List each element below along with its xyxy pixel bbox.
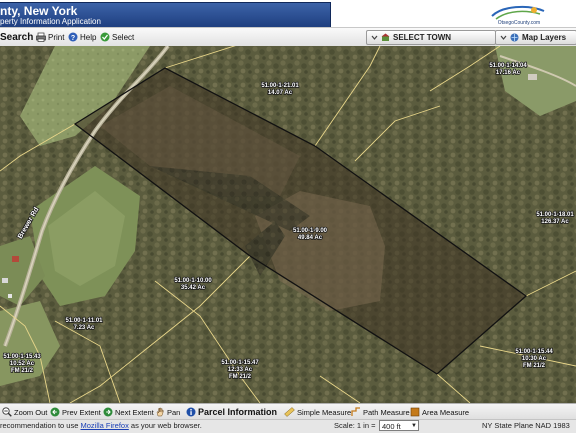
parcel-id: 51.00-1-18.01 — [536, 212, 574, 218]
search-label: Search — [0, 31, 34, 43]
map-tools-bar: Zoom Out Prev Extent Next Extent Pan Par… — [0, 403, 576, 420]
projection-label: NY State Plane NAD 1983 — [482, 421, 570, 430]
select-town-label: SELECT TOWN — [393, 33, 452, 42]
parcel-extra: FM 21/2 — [11, 368, 34, 374]
forward-arrow-icon — [103, 407, 113, 417]
simple-measure-label: Simple Measure — [297, 407, 352, 417]
parcel-acreage: 10.30 Ac — [522, 356, 547, 362]
help-icon: ? — [68, 32, 78, 42]
zoom-out-label: Zoom Out — [14, 407, 48, 417]
scale-value: 400 ft — [382, 422, 401, 431]
print-button[interactable]: Print — [36, 29, 64, 45]
parcel-acreage: 49.84 Ac — [298, 235, 323, 241]
parcel-acreage: 7.23 Ac — [74, 325, 95, 331]
print-label: Print — [48, 32, 65, 42]
parcel-information-label: Parcel Information — [198, 407, 278, 417]
app-header: nty, New York perty Information Applicat… — [0, 0, 576, 28]
parcel-acreage: 126.37 Ac — [541, 219, 569, 225]
map-layers-dropdown[interactable]: Map Layers — [495, 30, 576, 45]
printer-icon — [36, 32, 46, 42]
zoom-out-icon — [2, 407, 12, 417]
top-toolbar: Search Print ? Help Select SELECT TOWN M… — [0, 27, 576, 47]
hand-icon — [156, 407, 164, 417]
app-title: nty, New York — [0, 4, 78, 18]
pan-label: Pan — [167, 407, 181, 417]
parcel-acreage: 17.16 Ac — [496, 70, 521, 76]
parcel-id: 51.00-1-15.43 — [3, 354, 41, 360]
parcel-information-tool[interactable]: Parcel Information — [186, 405, 277, 419]
parcel-acreage: 14.07 Ac — [268, 90, 293, 96]
recommendation-suffix: as your web browser. — [130, 421, 202, 430]
scale-label: Scale: 1 in = — [334, 421, 376, 430]
info-icon — [186, 407, 196, 417]
recommendation-text: recommendation to use — [0, 421, 79, 430]
app-subtitle: perty Information Application — [0, 17, 101, 26]
county-logo: OtsegoCounty.com — [491, 5, 545, 26]
parcel-extra: FM 21/2 — [229, 374, 252, 380]
help-button[interactable]: ? Help — [68, 29, 96, 45]
parcel-id: 51.00-1-15.44 — [515, 349, 553, 355]
parcel-id: 51.00-1-21.01 — [261, 83, 299, 89]
select-icon — [100, 32, 110, 42]
parcel-id: 51.00-1-15.47 — [221, 360, 259, 366]
back-arrow-icon — [50, 407, 60, 417]
parcel-id: 51.00-1-11.01 — [65, 318, 103, 324]
zoom-out-tool[interactable]: Zoom Out — [2, 405, 47, 419]
select-button[interactable]: Select — [100, 29, 134, 45]
map-viewport[interactable]: Brewer Rd 51.00-1-21.01 14.07 Ac 51.00-1… — [0, 46, 576, 403]
pan-tool[interactable]: Pan — [155, 405, 180, 419]
chevron-down-icon — [371, 35, 378, 40]
parcel-id: 51.00-1-9.00 — [293, 228, 328, 234]
firefox-link[interactable]: Mozilla Firefox — [80, 421, 128, 430]
select-town-dropdown[interactable]: SELECT TOWN — [366, 30, 496, 45]
map-layers-label: Map Layers — [522, 33, 567, 42]
simple-measure-tool[interactable]: Simple Measure — [284, 405, 351, 419]
browser-recommendation: recommendation to use Mozilla Firefox as… — [0, 421, 202, 430]
prev-extent-label: Prev Extent — [62, 407, 101, 417]
search-link[interactable]: Search — [0, 29, 33, 45]
select-label: Select — [112, 32, 135, 42]
scale-select[interactable]: 400 ft ▼ — [379, 420, 419, 431]
parcel-acreage: 10.52 Ac — [10, 361, 35, 367]
title-banner: nty, New York perty Information Applicat… — [0, 2, 331, 28]
ruler-icon — [284, 407, 295, 417]
area-measure-label: Area Measure — [422, 407, 470, 417]
prev-extent-tool[interactable]: Prev Extent — [50, 405, 101, 419]
next-extent-label: Next Extent — [115, 407, 154, 417]
town-icon — [381, 33, 390, 41]
svg-text:?: ? — [71, 35, 75, 42]
path-measure-icon — [351, 407, 360, 416]
chevron-down-icon — [500, 35, 507, 40]
path-measure-tool[interactable]: Path Measure — [351, 405, 410, 419]
parcel-id: 51.00-1-10.00 — [174, 278, 212, 284]
next-extent-tool[interactable]: Next Extent — [103, 405, 154, 419]
parcel-extra: FM 21/2 — [523, 363, 546, 369]
area-measure-tool[interactable]: Area Measure — [410, 405, 469, 419]
help-label: Help — [80, 32, 97, 42]
parcel-id: 51.00-1-14.04 — [489, 63, 527, 69]
parcel-acreage: 35.42 Ac — [181, 285, 206, 291]
area-measure-icon — [410, 407, 420, 417]
path-measure-label: Path Measure — [363, 407, 410, 417]
status-bar: recommendation to use Mozilla Firefox as… — [0, 419, 576, 433]
layers-icon — [510, 33, 519, 42]
aerial-map[interactable]: Brewer Rd 51.00-1-21.01 14.07 Ac 51.00-1… — [0, 46, 576, 403]
chevron-down-icon: ▼ — [411, 423, 417, 429]
logo-text: OtsegoCounty.com — [498, 20, 540, 26]
parcel-label[interactable]: 51.00-1-18.01 126.37 Ac — [536, 211, 576, 226]
parcel-acreage: 12.33 Ac — [228, 367, 253, 373]
